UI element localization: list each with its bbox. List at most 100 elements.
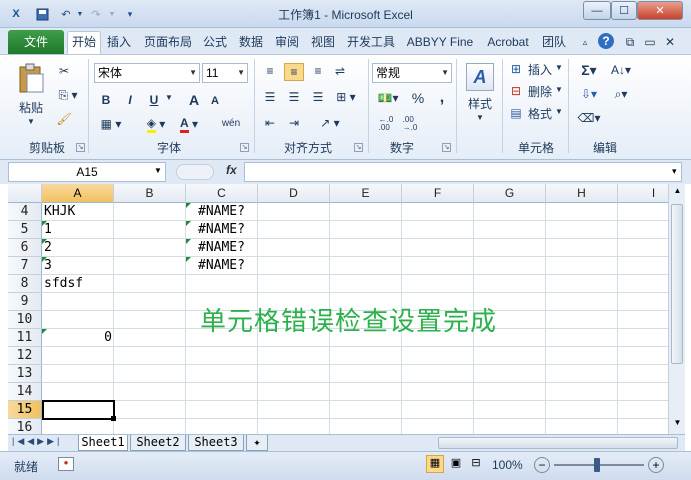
paste-icon[interactable]: [16, 61, 46, 95]
format-cells-icon[interactable]: ▤: [508, 105, 524, 121]
column-header-a[interactable]: A: [42, 184, 114, 203]
worksheet-grid[interactable]: A B C D E F G H I 4 5 6 7 8 9 10 11 12 1…: [8, 184, 668, 434]
sheet-nav-icons[interactable]: |◀◀▶▶|: [12, 436, 62, 447]
column-header-g[interactable]: G: [474, 184, 546, 203]
tab-view[interactable]: 视图: [308, 33, 338, 53]
tab-developer[interactable]: 开发工具: [342, 33, 400, 53]
align-middle-icon[interactable]: ≡: [284, 63, 304, 81]
formula-splitter[interactable]: [176, 164, 214, 180]
file-tab[interactable]: 文件: [8, 30, 64, 54]
cut-icon[interactable]: ✂: [56, 63, 72, 79]
close-workbook-icon[interactable]: ✕: [662, 33, 678, 53]
sheet-tab-sheet1[interactable]: Sheet1: [78, 435, 128, 451]
underline-dropdown-icon[interactable]: ▼: [164, 93, 174, 102]
selected-cell-a15[interactable]: [42, 400, 115, 420]
styles-dropdown-icon[interactable]: ▼: [474, 113, 486, 122]
font-color-icon[interactable]: A ▾: [174, 115, 204, 133]
sort-filter-icon[interactable]: A↓▾: [608, 61, 634, 79]
zoom-in-icon[interactable]: +: [648, 457, 664, 473]
decrease-indent-icon[interactable]: ⇤: [262, 115, 278, 131]
cell-b11[interactable]: 0: [42, 329, 114, 347]
paste-dropdown-icon[interactable]: ▼: [24, 117, 38, 126]
tab-home[interactable]: 开始: [67, 31, 101, 54]
select-all-corner[interactable]: [8, 184, 42, 203]
column-header-h[interactable]: H: [546, 184, 618, 203]
error-indicator-icon[interactable]: [42, 257, 47, 262]
font-size-select[interactable]: 11 ▼: [202, 63, 248, 83]
scroll-up-icon[interactable]: ▲: [671, 186, 684, 200]
fill-handle[interactable]: [111, 416, 116, 421]
row-header-8[interactable]: 8: [8, 275, 42, 293]
format-cells-button[interactable]: 格式: [526, 105, 554, 121]
insert-cells-icon[interactable]: ⊞: [508, 61, 524, 77]
fill-icon[interactable]: ⇩▾: [576, 85, 602, 103]
clipboard-launcher-icon[interactable]: ↘: [76, 143, 85, 152]
normal-view-icon[interactable]: ▦: [426, 455, 444, 473]
tab-team[interactable]: 团队: [540, 33, 568, 53]
currency-icon[interactable]: 💵▾: [374, 89, 402, 107]
error-indicator-icon[interactable]: [186, 203, 191, 208]
insert-function-icon[interactable]: fx: [226, 163, 237, 177]
align-center-icon[interactable]: ☰: [286, 89, 302, 105]
row-header-7[interactable]: 7: [8, 257, 42, 275]
error-indicator-icon[interactable]: [42, 329, 47, 334]
align-bottom-icon[interactable]: ≡: [310, 63, 326, 79]
vertical-scrollbar[interactable]: ▲ ▼: [668, 184, 685, 434]
font-launcher-icon[interactable]: ↘: [240, 143, 249, 152]
error-indicator-icon[interactable]: [42, 239, 47, 244]
name-box[interactable]: A15: [8, 162, 166, 182]
wrap-text-icon[interactable]: ⇌: [332, 63, 348, 79]
restore-window-icon[interactable]: ⧉: [622, 33, 638, 53]
row-header-15[interactable]: 15: [8, 401, 42, 419]
phonetic-icon[interactable]: wén: [216, 113, 246, 135]
column-header-i[interactable]: I: [618, 184, 668, 203]
number-launcher-icon[interactable]: ↘: [442, 143, 451, 152]
align-right-icon[interactable]: ☰: [310, 89, 326, 105]
minimize-workbook-icon[interactable]: ▭: [642, 33, 658, 53]
column-header-d[interactable]: D: [258, 184, 330, 203]
underline-button[interactable]: U: [146, 91, 162, 109]
tab-data[interactable]: 数据: [236, 33, 266, 53]
error-indicator-icon[interactable]: [42, 221, 47, 226]
zoom-level[interactable]: 100%: [492, 458, 523, 472]
sheet-tab-sheet3[interactable]: Sheet3: [188, 435, 244, 451]
cell-a4[interactable]: KHJK: [42, 203, 77, 221]
scroll-down-icon[interactable]: ▼: [671, 418, 684, 432]
column-header-e[interactable]: E: [330, 184, 402, 203]
minimize-button[interactable]: —: [583, 1, 611, 20]
error-indicator-icon[interactable]: [186, 257, 191, 262]
font-name-select[interactable]: 宋体 ▼: [94, 63, 200, 83]
tab-formulas[interactable]: 公式: [200, 33, 230, 53]
comma-button[interactable]: ,: [434, 89, 450, 107]
shrink-font-button[interactable]: A: [208, 93, 222, 109]
row-header-13[interactable]: 13: [8, 365, 42, 383]
alignment-launcher-icon[interactable]: ↘: [354, 143, 363, 152]
delete-cells-button[interactable]: 删除: [526, 83, 554, 99]
zoom-out-icon[interactable]: −: [534, 457, 550, 473]
column-header-b[interactable]: B: [114, 184, 186, 203]
row-header-4[interactable]: 4: [8, 203, 42, 221]
error-indicator-icon[interactable]: [186, 221, 191, 226]
cell-a8[interactable]: sfdsf: [42, 275, 85, 293]
tab-page-layout[interactable]: 页面布局: [140, 33, 196, 53]
percent-button[interactable]: %: [410, 89, 426, 107]
tab-insert[interactable]: 插入: [104, 33, 134, 53]
row-header-12[interactable]: 12: [8, 347, 42, 365]
cell-c5[interactable]: #NAME?: [196, 221, 247, 239]
italic-button[interactable]: I: [122, 91, 138, 109]
maximize-button[interactable]: ☐: [611, 1, 637, 20]
fill-color-icon[interactable]: ◈ ▾: [142, 115, 170, 133]
row-header-5[interactable]: 5: [8, 221, 42, 239]
column-header-f[interactable]: F: [402, 184, 474, 203]
cell-c6[interactable]: #NAME?: [196, 239, 247, 257]
tab-acrobat[interactable]: Acrobat: [480, 33, 536, 53]
tab-review[interactable]: 审阅: [272, 33, 302, 53]
find-select-icon[interactable]: ⌕▾: [608, 85, 634, 103]
copy-icon[interactable]: ⎘ ▾: [56, 87, 80, 103]
help-icon[interactable]: ?: [598, 33, 614, 49]
cell-c4[interactable]: #NAME?: [196, 203, 247, 221]
close-button[interactable]: ✕: [637, 1, 683, 20]
insert-cells-button[interactable]: 插入: [526, 61, 554, 77]
clear-icon[interactable]: ⌫▾: [576, 109, 602, 127]
styles-button[interactable]: 样式: [460, 95, 500, 111]
